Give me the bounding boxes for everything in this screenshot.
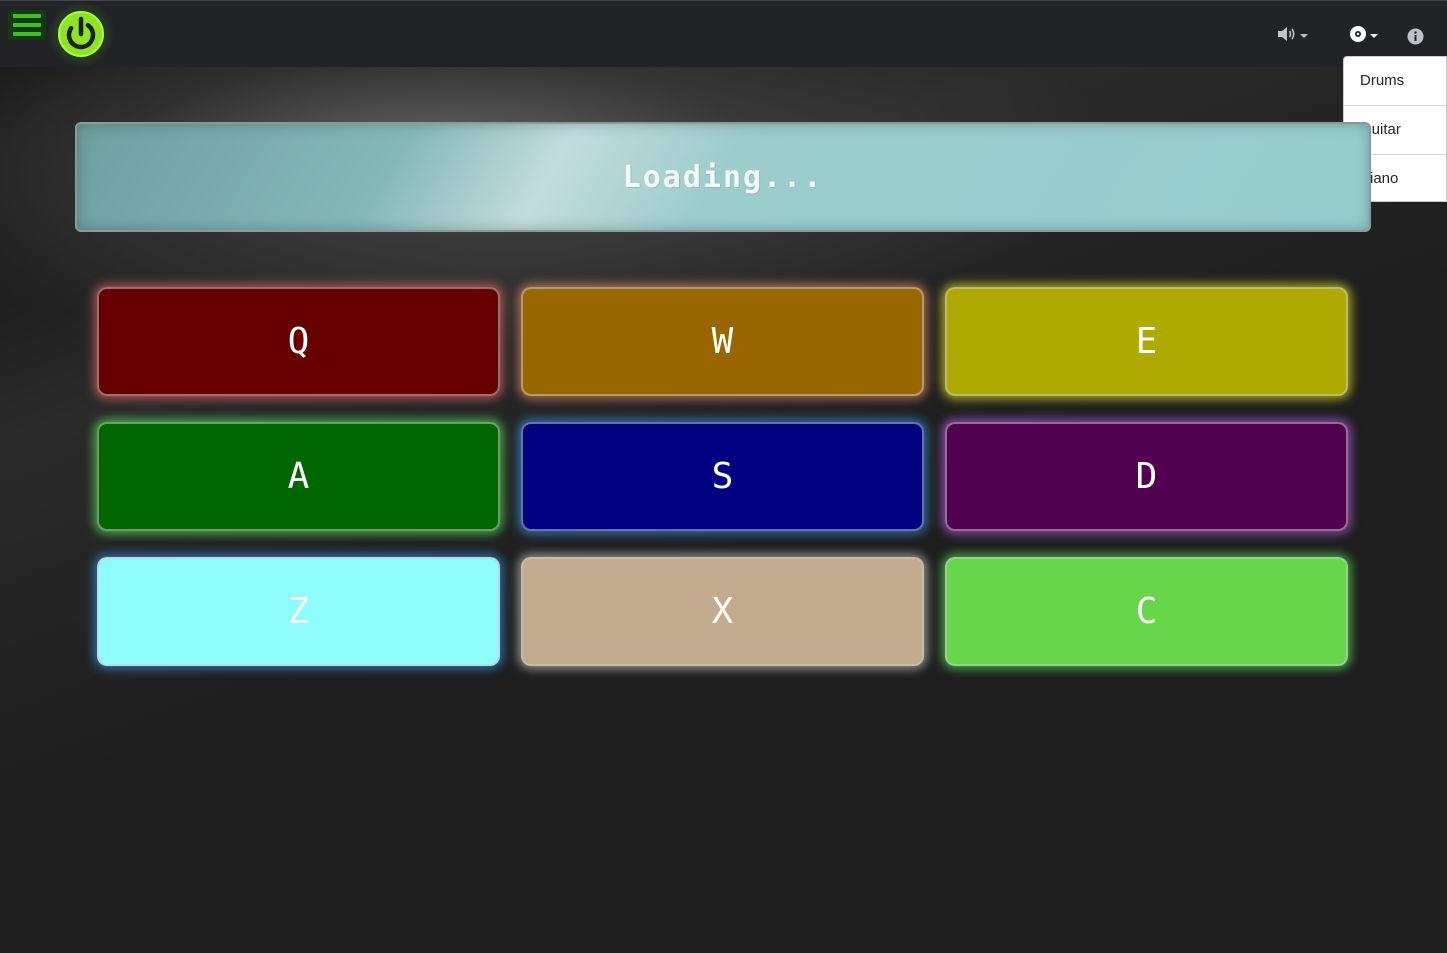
drum-pad-a[interactable]: A <box>97 422 500 531</box>
pad-key-label: C <box>1135 591 1158 632</box>
info-icon[interactable] <box>1407 23 1424 49</box>
chevron-down-icon <box>1370 34 1378 38</box>
drum-pad-x[interactable]: X <box>521 557 924 666</box>
drum-pad-w[interactable]: W <box>521 287 924 396</box>
status-text: Loading... <box>622 159 824 195</box>
pad-key-label: Z <box>287 591 310 632</box>
drum-pad-q[interactable]: Q <box>97 287 500 396</box>
hamburger-icon[interactable] <box>8 10 46 40</box>
top-navbar <box>0 0 1447 67</box>
pad-key-label: E <box>1135 321 1158 362</box>
instrument-dropdown-toggle[interactable] <box>1349 23 1378 49</box>
volume-icon <box>1277 26 1297 46</box>
pad-key-label: A <box>287 456 310 497</box>
drum-pad-e[interactable]: E <box>945 287 1348 396</box>
drum-pad-d[interactable]: D <box>945 422 1348 531</box>
chevron-down-icon <box>1300 34 1308 38</box>
status-display: Loading... <box>75 122 1371 232</box>
dropdown-item-drums[interactable]: Drums <box>1344 57 1446 106</box>
drum-pad-c[interactable]: C <box>945 557 1348 666</box>
volume-dropdown-toggle[interactable] <box>1277 23 1308 49</box>
pad-key-label: W <box>711 321 734 362</box>
drum-pad-s[interactable]: S <box>521 422 924 531</box>
pad-key-label: Q <box>287 321 310 362</box>
pad-key-label: S <box>711 456 734 497</box>
pad-key-label: D <box>1135 456 1158 497</box>
drum-pad-z[interactable]: Z <box>97 557 500 666</box>
pad-key-label: X <box>711 591 734 632</box>
disc-icon <box>1349 25 1367 47</box>
power-icon[interactable] <box>48 1 114 67</box>
